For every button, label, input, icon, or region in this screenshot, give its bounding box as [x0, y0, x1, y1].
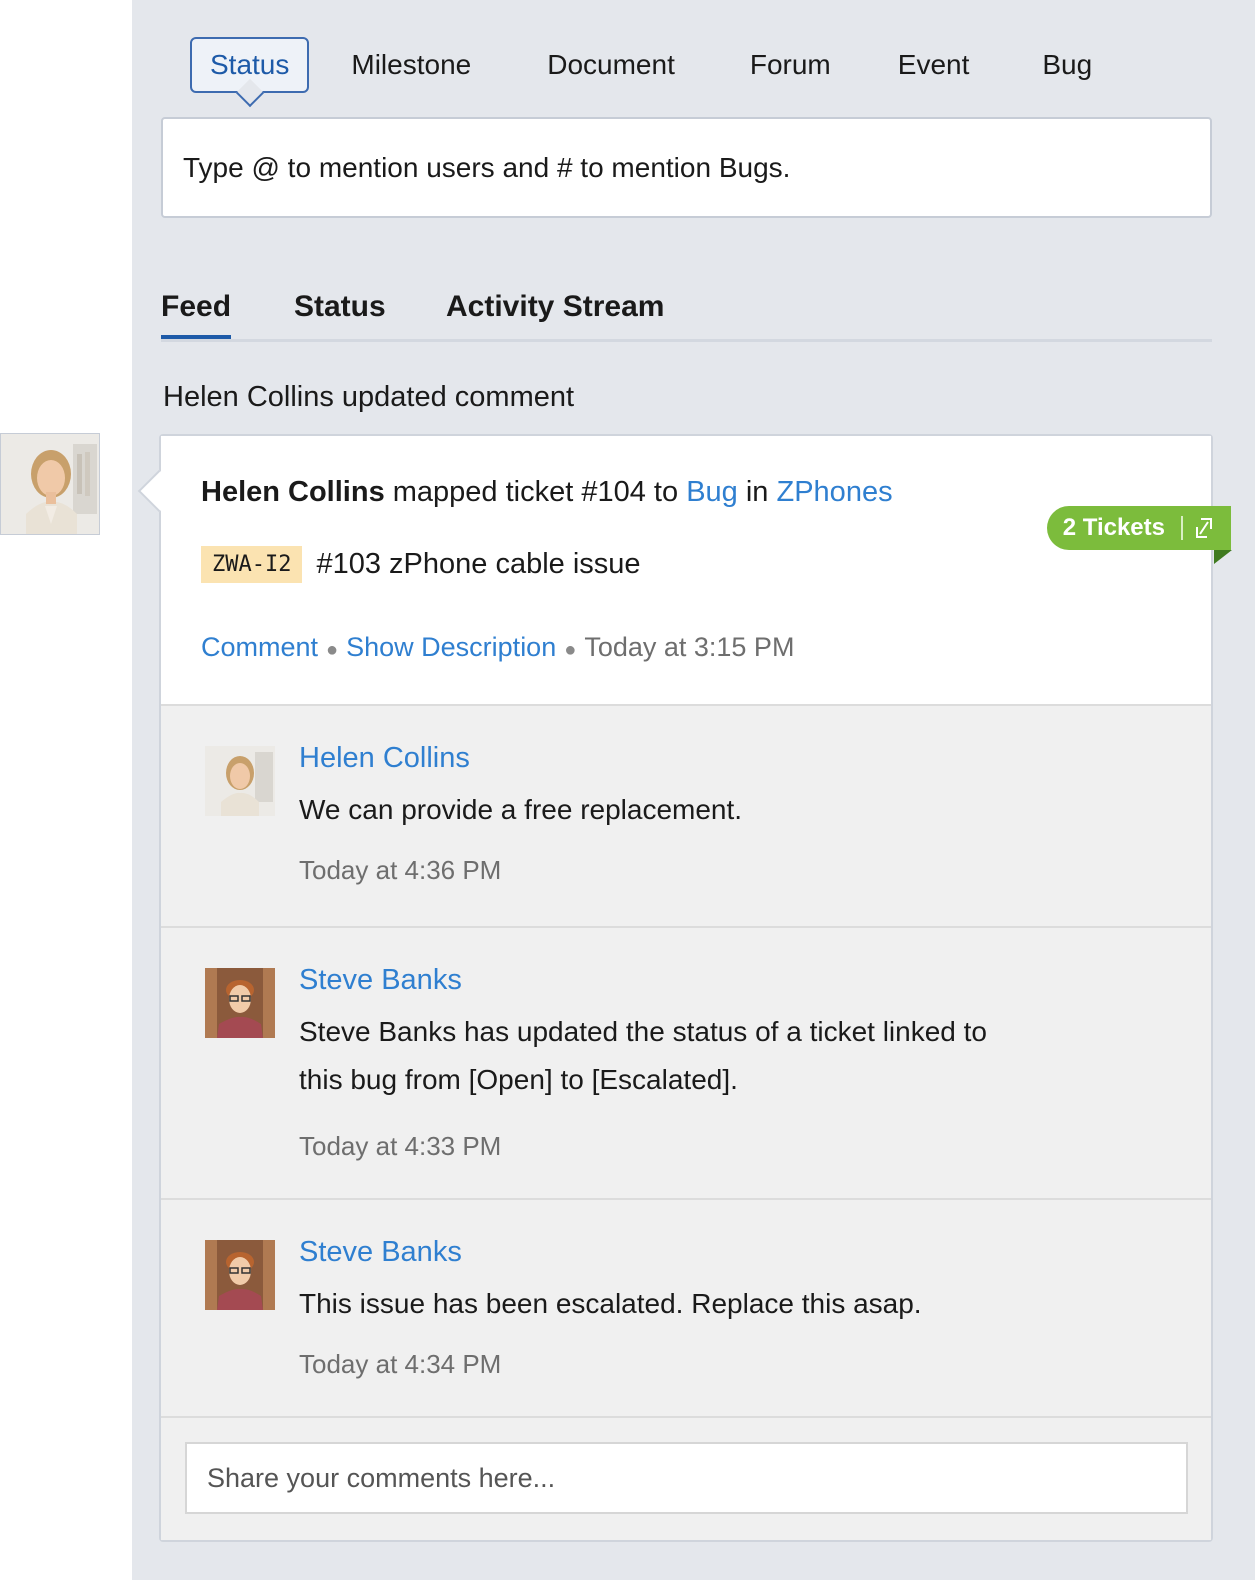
card-header: Helen Collins mapped ticket #104 to Bug … [161, 436, 1232, 704]
comment-item: Steve Banks Steve Banks has updated the … [161, 926, 1211, 1198]
tab-activity-stream[interactable]: Activity Stream [446, 290, 664, 324]
post-tab-event[interactable]: Event [898, 49, 970, 81]
tab-feed[interactable]: Feed [161, 290, 232, 339]
avatar[interactable] [205, 968, 275, 1038]
main-panel: Status Milestone Document Forum Event Bu… [132, 0, 1255, 1580]
tab-status[interactable]: Status [294, 290, 386, 324]
action-text: mapped ticket #104 to [392, 476, 679, 508]
reply-area [161, 1416, 1211, 1540]
activity-time: Today at 3:15 PM [584, 632, 795, 662]
in-word: in [745, 476, 769, 508]
comment-author[interactable]: Steve Banks [299, 964, 462, 997]
post-tab-bug[interactable]: Bug [1042, 49, 1092, 81]
post-tab-status[interactable]: Status [190, 37, 310, 93]
show-description-link[interactable]: Show Description [346, 632, 556, 662]
status-composer-input[interactable]: Type @ to mention users and # to mention… [161, 117, 1212, 218]
separator-dot: ● [564, 639, 577, 661]
post-tab-milestone[interactable]: Milestone [351, 49, 471, 81]
comment-item: Helen Collins We can provide a free repl… [161, 704, 1211, 926]
activity-title: Helen Collins updated comment [163, 381, 575, 413]
comment-author[interactable]: Helen Collins [299, 742, 470, 775]
project-link[interactable]: ZPhones [777, 476, 893, 508]
comment-time: Today at 4:34 PM [299, 1349, 502, 1379]
feed-tabs: Feed Status Activity Stream [161, 290, 1212, 342]
activity-avatar[interactable] [0, 433, 100, 535]
tickets-badge[interactable]: 2 Tickets [1046, 506, 1232, 564]
card-meta-row: Comment ● Show Description ● Today at 3:15 P… [201, 632, 794, 663]
comment-item: Steve Banks This issue has been escalate… [161, 1198, 1211, 1420]
composer-placeholder: Type @ to mention users and # to mention… [183, 151, 791, 183]
comment-text: We can provide a free replacement. [299, 794, 743, 825]
steve-avatar-icon [205, 1240, 275, 1310]
avatar[interactable] [205, 746, 275, 816]
comment-link[interactable]: Comment [201, 632, 318, 662]
bug-link[interactable]: Bug [686, 476, 738, 508]
post-tab-document[interactable]: Document [547, 49, 675, 81]
post-type-tabs: Status Milestone Document Forum Event Bu… [190, 37, 1092, 93]
avatar[interactable] [205, 1240, 275, 1310]
activity-headline: Helen Collins mapped ticket #104 to Bug … [201, 476, 893, 509]
comment-text: This issue has been escalated. Replace t… [299, 1288, 922, 1319]
separator-dot: ● [326, 639, 339, 661]
ticket-row: ZWA-I2 #103 zPhone cable issue [201, 546, 641, 583]
badge-fold [1214, 550, 1232, 564]
badge-separator [1181, 516, 1183, 540]
comment-time: Today at 4:36 PM [299, 855, 502, 885]
helen-avatar-icon [205, 746, 275, 816]
helen-avatar-icon [1, 434, 99, 534]
comment-time: Today at 4:33 PM [299, 1131, 502, 1161]
ticket-id-tag[interactable]: ZWA-I2 [201, 546, 303, 583]
reply-input[interactable] [185, 1442, 1188, 1514]
comment-text: Steve Banks has updated the status of a … [299, 1016, 987, 1095]
comment-author[interactable]: Steve Banks [299, 1236, 462, 1269]
feed-card: Helen Collins mapped ticket #104 to Bug … [137, 434, 1232, 1542]
steve-avatar-icon [205, 968, 275, 1038]
ticket-title[interactable]: #103 zPhone cable issue [316, 548, 640, 581]
post-tab-forum[interactable]: Forum [750, 49, 831, 81]
left-gutter [0, 0, 132, 1580]
actor-name[interactable]: Helen Collins [201, 476, 385, 508]
unlink-icon [1196, 518, 1212, 538]
tickets-badge-label: 2 Tickets [1062, 514, 1165, 541]
